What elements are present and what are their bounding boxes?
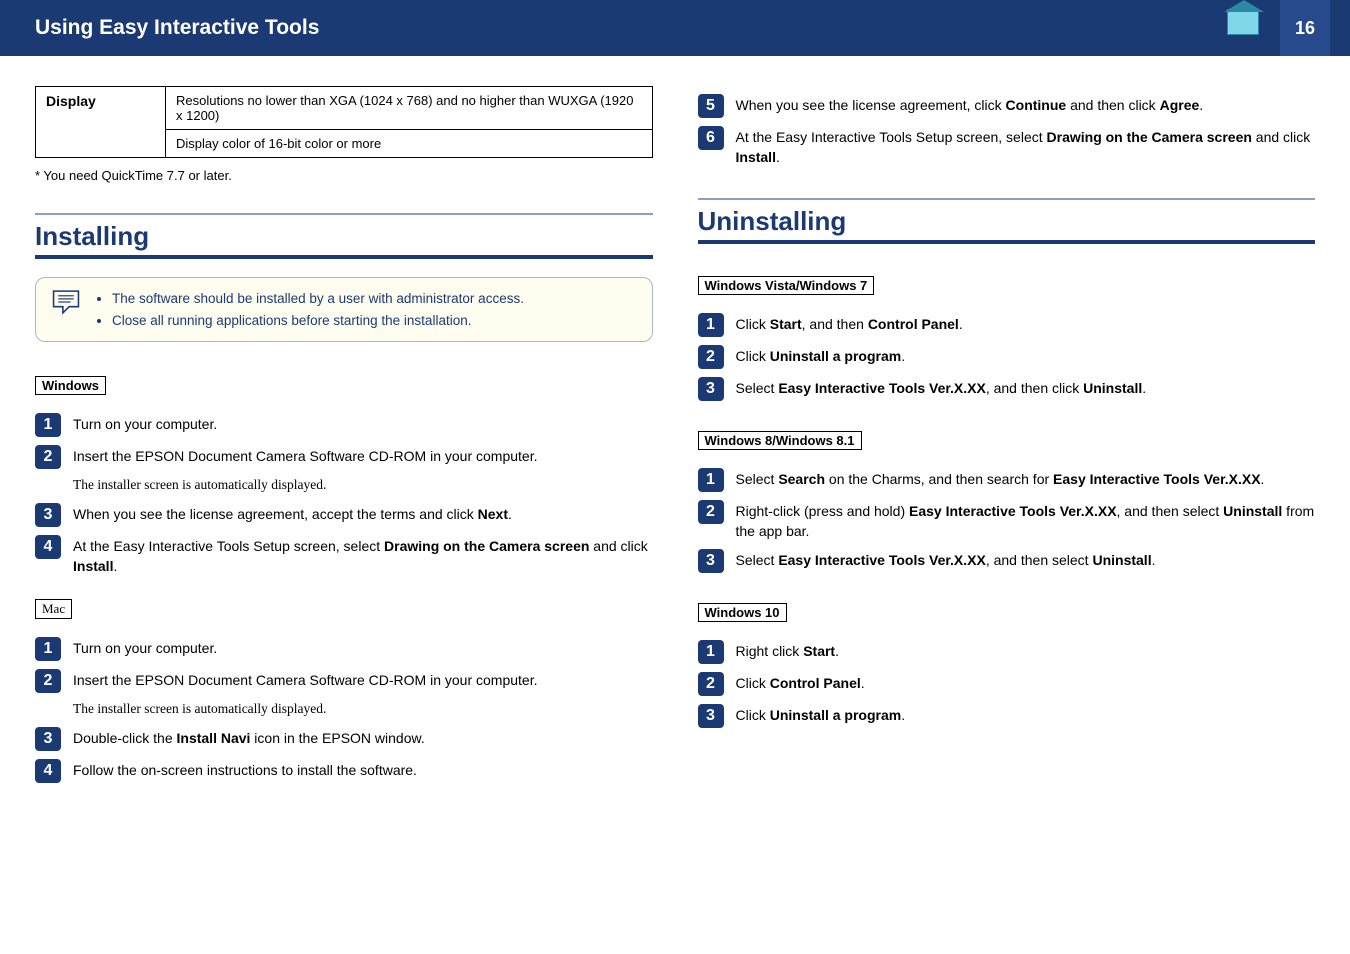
page-number: 16 — [1280, 0, 1330, 56]
step: 1 Right click Start. — [698, 640, 1316, 664]
note-item: The software should be installed by a us… — [112, 288, 524, 310]
step-number: 5 — [698, 94, 724, 118]
step-number: 3 — [698, 704, 724, 728]
content: Display Resolutions no lower than XGA (1… — [0, 56, 1350, 821]
table-row2: Display color of 16-bit color or more — [166, 130, 653, 158]
step: 2 Insert the EPSON Document Camera Softwa… — [35, 669, 653, 693]
step-text: When you see the license agreement, acce… — [73, 503, 512, 524]
step-text: When you see the license agreement, clic… — [736, 94, 1204, 115]
os-label-win8: Windows 8/Windows 8.1 — [698, 431, 862, 450]
table-row1: Resolutions no lower than XGA (1024 x 76… — [166, 87, 653, 130]
step-text: Click Control Panel. — [736, 672, 865, 693]
step-number: 2 — [698, 345, 724, 369]
step-text: Turn on your computer. — [73, 637, 217, 658]
step: 3 Double-click the Install Navi icon in t… — [35, 727, 653, 751]
uninstalling-heading: Uninstalling — [698, 198, 1316, 244]
step-text: Follow the on-screen instructions to ins… — [73, 759, 417, 780]
step-text: Click Start, and then Control Panel. — [736, 313, 963, 334]
left-column: Display Resolutions no lower than XGA (1… — [35, 86, 653, 791]
step-number: 3 — [698, 377, 724, 401]
step-number: 1 — [35, 637, 61, 661]
step: 3 Click Uninstall a program. — [698, 704, 1316, 728]
step: 3 When you see the license agreement, acc… — [35, 503, 653, 527]
step-text: Insert the EPSON Document Camera Softwar… — [73, 669, 538, 690]
step-number: 1 — [698, 468, 724, 492]
step-number: 6 — [698, 126, 724, 150]
footnote: * You need QuickTime 7.7 or later. — [35, 168, 653, 183]
step: 4 Follow the on-screen instructions to in… — [35, 759, 653, 783]
step-number: 2 — [698, 500, 724, 524]
header-right: TOP 16 — [1218, 0, 1350, 56]
step-number: 3 — [35, 727, 61, 751]
step-text: Right-click (press and hold) Easy Intera… — [736, 500, 1316, 542]
note-item: Close all running applications before st… — [112, 310, 524, 332]
step-number: 1 — [698, 313, 724, 337]
step-text: Turn on your computer. — [73, 413, 217, 434]
step-text: Double-click the Install Navi icon in th… — [73, 727, 425, 748]
step-number: 4 — [35, 759, 61, 783]
top-button[interactable]: TOP — [1218, 0, 1268, 56]
step-number: 2 — [35, 445, 61, 469]
os-label-mac: Mac — [35, 599, 72, 619]
step-text: At the Easy Interactive Tools Setup scre… — [736, 126, 1316, 168]
note-box: The software should be installed by a us… — [35, 277, 653, 342]
step: 1 Click Start, and then Control Panel. — [698, 313, 1316, 337]
step-text: Click Uninstall a program. — [736, 704, 906, 725]
note-list: The software should be installed by a us… — [94, 288, 524, 331]
step: 6 At the Easy Interactive Tools Setup scr… — [698, 126, 1316, 168]
step: 3 Select Easy Interactive Tools Ver.X.XX,… — [698, 377, 1316, 401]
step: 1 Turn on your computer. — [35, 413, 653, 437]
step: 5 When you see the license agreement, cli… — [698, 94, 1316, 118]
os-label-win10: Windows 10 — [698, 603, 787, 622]
home-icon — [1227, 9, 1259, 35]
step: 1 Select Search on the Charms, and then s… — [698, 468, 1316, 492]
step-text: Select Search on the Charms, and then se… — [736, 468, 1265, 489]
step-text: Right click Start. — [736, 640, 839, 661]
os-label-vista: Windows Vista/Windows 7 — [698, 276, 875, 295]
step-text: Click Uninstall a program. — [736, 345, 906, 366]
step-number: 2 — [698, 672, 724, 696]
display-table: Display Resolutions no lower than XGA (1… — [35, 86, 653, 158]
os-label-windows: Windows — [35, 376, 106, 395]
step-sub: The installer screen is automatically di… — [73, 477, 653, 493]
step: 2 Click Uninstall a program. — [698, 345, 1316, 369]
page-header: Using Easy Interactive Tools TOP 16 — [0, 0, 1350, 56]
step: 2 Right-click (press and hold) Easy Inter… — [698, 500, 1316, 542]
step-number: 3 — [35, 503, 61, 527]
top-label: TOP — [1234, 37, 1252, 47]
right-column: 5 When you see the license agreement, cli… — [698, 86, 1316, 791]
step: 4 At the Easy Interactive Tools Setup scr… — [35, 535, 653, 577]
table-label: Display — [36, 87, 166, 158]
step: 2 Click Control Panel. — [698, 672, 1316, 696]
step-number: 1 — [698, 640, 724, 664]
step: 1 Turn on your computer. — [35, 637, 653, 661]
note-icon — [50, 288, 82, 316]
step-number: 4 — [35, 535, 61, 559]
step-number: 3 — [698, 549, 724, 573]
step: 2 Insert the EPSON Document Camera Softwa… — [35, 445, 653, 469]
step-number: 2 — [35, 669, 61, 693]
installing-heading: Installing — [35, 213, 653, 259]
step-number: 1 — [35, 413, 61, 437]
step-text: At the Easy Interactive Tools Setup scre… — [73, 535, 653, 577]
step-text: Insert the EPSON Document Camera Softwar… — [73, 445, 538, 466]
header-title: Using Easy Interactive Tools — [35, 16, 319, 40]
step: 3 Select Easy Interactive Tools Ver.X.XX,… — [698, 549, 1316, 573]
step-text: Select Easy Interactive Tools Ver.X.XX, … — [736, 377, 1147, 398]
step-sub: The installer screen is automatically di… — [73, 701, 653, 717]
step-text: Select Easy Interactive Tools Ver.X.XX, … — [736, 549, 1156, 570]
